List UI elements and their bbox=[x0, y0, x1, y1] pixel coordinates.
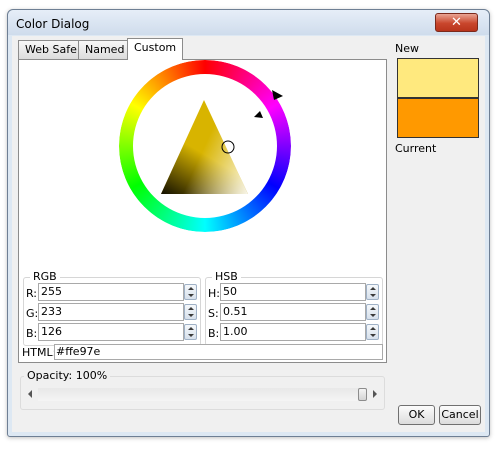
rgb-g-field[interactable]: 233 bbox=[38, 303, 184, 321]
hsb-b-label: B: bbox=[208, 327, 220, 340]
current-color-swatch[interactable] bbox=[397, 98, 479, 138]
opacity-thumb[interactable] bbox=[358, 388, 367, 401]
color-wheel[interactable] bbox=[19, 60, 388, 300]
spin-up-icon[interactable] bbox=[370, 287, 376, 290]
tab-named[interactable]: Named bbox=[78, 40, 132, 59]
rgb-b-spinner[interactable] bbox=[184, 324, 197, 340]
rgb-group-label: RGB bbox=[30, 270, 60, 283]
current-color-label: Current bbox=[395, 142, 437, 155]
triangle-light-shade bbox=[161, 100, 248, 194]
opacity-label: Opacity: 100% bbox=[24, 369, 111, 382]
close-icon: ✕ bbox=[451, 15, 462, 30]
hsb-s-field[interactable]: 0.51 bbox=[220, 303, 366, 321]
spin-down-icon[interactable] bbox=[188, 294, 194, 297]
hsb-group-label: HSB bbox=[212, 270, 241, 283]
close-button[interactable]: ✕ bbox=[435, 13, 478, 32]
spin-down-icon[interactable] bbox=[370, 314, 376, 317]
window-title: Color Dialog bbox=[16, 17, 90, 31]
custom-tab-panel: RGB R: 255 G: 233 B: 126 HSB H: 50 S: 0.… bbox=[18, 59, 387, 363]
spin-up-icon[interactable] bbox=[188, 327, 194, 330]
color-dialog-window: Color Dialog ✕ Web Safe Named Custom RGB… bbox=[7, 9, 490, 437]
rgb-r-field[interactable]: 255 bbox=[38, 283, 184, 301]
rgb-g-label: G: bbox=[26, 307, 39, 320]
title-bar[interactable]: Color Dialog ✕ bbox=[8, 10, 489, 35]
hsb-group: HSB H: 50 S: 0.51 B: 1.00 bbox=[205, 270, 383, 346]
hsb-h-spinner[interactable] bbox=[366, 284, 379, 300]
new-color-label: New bbox=[395, 42, 419, 55]
hsb-s-spinner[interactable] bbox=[366, 304, 379, 320]
new-color-swatch bbox=[397, 58, 479, 98]
hsb-h-label: H: bbox=[208, 287, 220, 300]
hue-marker-inner-icon[interactable] bbox=[254, 111, 263, 118]
rgb-g-spinner[interactable] bbox=[184, 304, 197, 320]
hsb-h-field[interactable]: 50 bbox=[220, 283, 366, 301]
spin-up-icon[interactable] bbox=[370, 307, 376, 310]
spin-up-icon[interactable] bbox=[370, 327, 376, 330]
hsb-s-label: S: bbox=[208, 307, 219, 320]
hsb-b-field[interactable]: 1.00 bbox=[220, 323, 366, 341]
scroll-left-icon[interactable] bbox=[28, 390, 32, 398]
tab-custom[interactable]: Custom bbox=[127, 38, 184, 60]
rgb-b-field[interactable]: 126 bbox=[38, 323, 184, 341]
spin-down-icon[interactable] bbox=[188, 334, 194, 337]
html-hex-field[interactable]: #ffe97e bbox=[54, 344, 383, 360]
spin-down-icon[interactable] bbox=[370, 294, 376, 297]
ok-button[interactable]: OK bbox=[398, 405, 435, 425]
opacity-slider[interactable] bbox=[24, 386, 381, 403]
dialog-body: Web Safe Named Custom RGB R: 255 G: 233 … bbox=[12, 36, 485, 432]
spin-up-icon[interactable] bbox=[188, 307, 194, 310]
hsb-b-spinner[interactable] bbox=[366, 324, 379, 340]
opacity-track[interactable] bbox=[38, 388, 367, 401]
spin-down-icon[interactable] bbox=[188, 314, 194, 317]
rgb-r-spinner[interactable] bbox=[184, 284, 197, 300]
rgb-r-label: R: bbox=[26, 287, 38, 300]
rgb-group: RGB R: 255 G: 233 B: 126 bbox=[23, 270, 201, 346]
spin-up-icon[interactable] bbox=[188, 287, 194, 290]
tab-web-safe[interactable]: Web Safe bbox=[18, 40, 84, 59]
spin-down-icon[interactable] bbox=[370, 334, 376, 337]
scroll-right-icon[interactable] bbox=[373, 390, 377, 398]
rgb-b-label: B: bbox=[26, 327, 38, 340]
hue-marker-outer-icon[interactable] bbox=[272, 90, 283, 100]
html-label: HTML: bbox=[22, 346, 57, 359]
cancel-button[interactable]: Cancel bbox=[439, 405, 481, 425]
